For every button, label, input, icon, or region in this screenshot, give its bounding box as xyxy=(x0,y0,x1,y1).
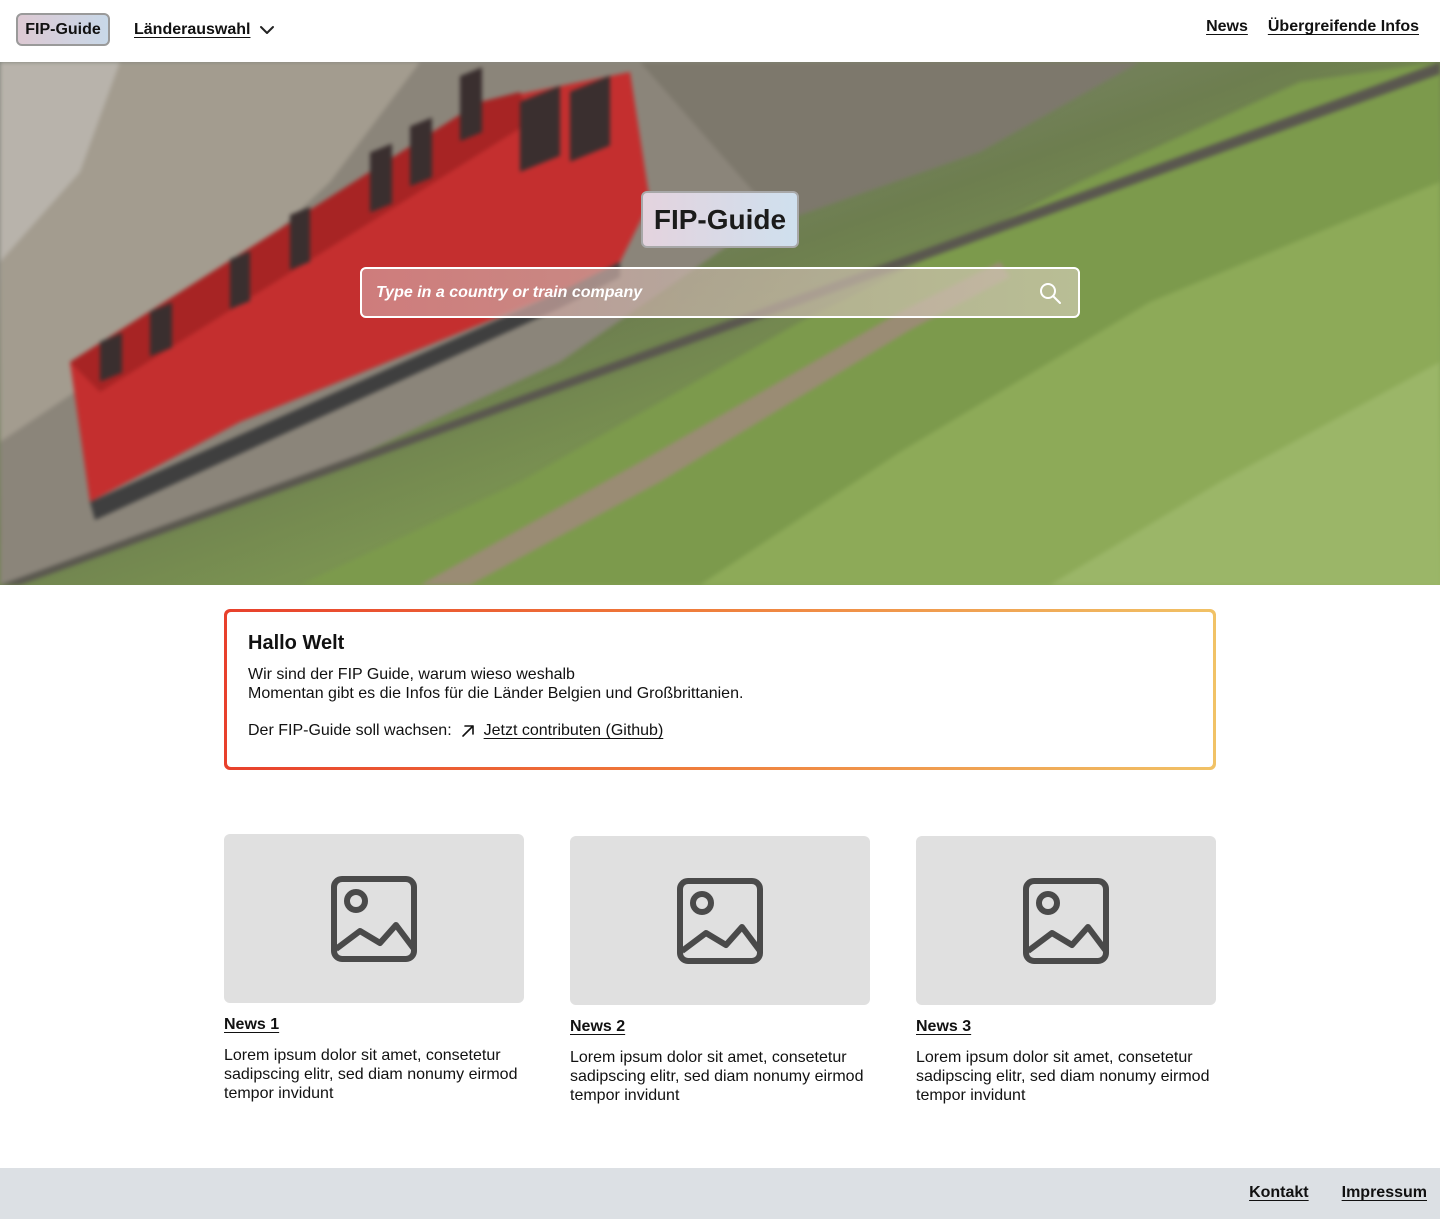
brand-logo-button[interactable]: FIP-Guide xyxy=(16,13,110,46)
footer: Kontakt Impressum xyxy=(0,1168,1440,1219)
country-select-dropdown[interactable]: Länderauswahl xyxy=(134,17,276,43)
image-placeholder-icon xyxy=(331,875,417,962)
contribute-line: Der FIP-Guide soll wachsen: Jetzt contri… xyxy=(248,722,1192,740)
image-placeholder-icon xyxy=(677,877,763,964)
hero-background-image xyxy=(0,62,1440,585)
contribute-github-link[interactable]: Jetzt contributen (Github) xyxy=(484,722,664,740)
news-card[interactable]: News 1 Lorem ipsum dolor sit amet, conse… xyxy=(224,834,524,1103)
intro-line-2: Momentan gibt es die Infos für die Lände… xyxy=(248,685,744,702)
chevron-down-icon xyxy=(260,26,275,34)
external-link-arrow-icon xyxy=(461,725,474,737)
news-title[interactable]: News 1 xyxy=(224,1016,279,1034)
footer-links: Kontakt Impressum xyxy=(1249,1184,1427,1202)
contribute-prefix: Der FIP-Guide soll wachsen: xyxy=(248,722,452,739)
news-thumbnail[interactable] xyxy=(570,836,870,1005)
header-nav: News Übergreifende Infos xyxy=(1206,18,1419,36)
news-title[interactable]: News 3 xyxy=(916,1018,971,1036)
news-text: Lorem ipsum dolor sit amet, consetetur s… xyxy=(570,1049,864,1104)
country-select-label: Länderauswahl xyxy=(134,21,251,38)
intro-heading: Hallo Welt xyxy=(248,632,345,654)
search-bar[interactable] xyxy=(360,267,1080,318)
news-thumbnail[interactable] xyxy=(916,836,1216,1005)
nav-link-general-info[interactable]: Übergreifende Infos xyxy=(1268,18,1419,36)
news-thumbnail[interactable] xyxy=(224,834,524,1003)
news-card[interactable]: News 3 Lorem ipsum dolor sit amet, conse… xyxy=(916,836,1216,1105)
news-title[interactable]: News 2 xyxy=(570,1018,625,1036)
intro-content: Hallo Welt Wir sind der FIP Guide, warum… xyxy=(227,612,1213,767)
search-input[interactable] xyxy=(362,269,1038,316)
news-card[interactable]: News 2 Lorem ipsum dolor sit amet, conse… xyxy=(570,836,870,1105)
intro-line-1: Wir sind der FIP Guide, warum wieso wesh… xyxy=(248,666,575,683)
footer-link-contact[interactable]: Kontakt xyxy=(1249,1184,1309,1202)
intro-box: Hallo Welt Wir sind der FIP Guide, warum… xyxy=(224,609,1216,770)
image-placeholder-icon xyxy=(1023,877,1109,964)
footer-link-imprint[interactable]: Impressum xyxy=(1342,1184,1427,1202)
nav-link-news[interactable]: News xyxy=(1206,18,1248,36)
top-navbar: FIP-Guide Länderauswahl News Übergreifen… xyxy=(0,0,1440,62)
hero-title-badge: FIP-Guide xyxy=(641,191,799,248)
news-text: Lorem ipsum dolor sit amet, consetetur s… xyxy=(224,1047,518,1102)
hero-banner: FIP-Guide xyxy=(0,62,1440,585)
news-text: Lorem ipsum dolor sit amet, consetetur s… xyxy=(916,1049,1210,1104)
search-icon[interactable] xyxy=(1038,281,1062,305)
